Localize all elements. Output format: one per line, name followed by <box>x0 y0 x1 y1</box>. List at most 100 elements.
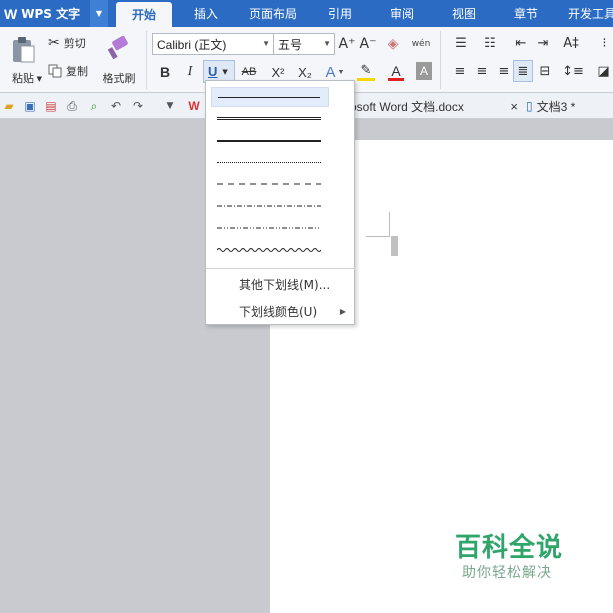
tab-page-layout[interactable]: 页面布局 <box>240 0 306 27</box>
print-preview-icon[interactable]: ⌕ <box>86 98 102 114</box>
copy-icon <box>48 64 62 78</box>
app-name: WPS 文字 <box>21 7 81 21</box>
chevron-right-icon: ▶ <box>339 306 346 316</box>
clipboard-icon <box>13 37 35 63</box>
chevron-down-icon: ▼ <box>323 39 331 48</box>
font-color-bar <box>388 77 404 81</box>
numbering-icon[interactable]: ☷ <box>478 33 502 53</box>
justify-icon[interactable]: ≣ <box>513 60 533 82</box>
align-right-icon[interactable]: ≡ <box>495 61 513 81</box>
tab-references[interactable]: 引用 <box>316 0 364 27</box>
dashed-line <box>217 183 321 185</box>
bold-button[interactable]: B <box>156 61 174 83</box>
ribbon-divider <box>440 31 441 89</box>
text-effect-label: A <box>325 63 336 81</box>
more-underlines-item[interactable]: 其他下划线(M)... <box>206 273 354 295</box>
wps-logo-icon: W <box>4 5 18 22</box>
font-name-value: Calibri (正文) <box>157 37 227 52</box>
ribbon-divider <box>146 31 147 89</box>
font-size-select[interactable]: 五号 ▼ <box>273 33 335 55</box>
align-left-icon[interactable]: ≡ <box>451 61 469 81</box>
change-case-icon[interactable]: A‡ <box>558 33 584 53</box>
watermark-subtitle: 助你轻松解决 <box>462 565 552 581</box>
highlight-button[interactable]: ✎ <box>352 61 380 83</box>
underline-style-dash-dot-dot[interactable] <box>211 219 329 239</box>
underline-color-label: 下划线颜色(U) <box>239 304 318 319</box>
cut-label: 剪切 <box>63 37 86 50</box>
text-cursor <box>391 236 398 256</box>
dash-dot-dot-line <box>217 227 321 229</box>
doc-tab-doc3[interactable]: ▯ 文档3 * <box>526 93 613 119</box>
font-color-label: A <box>391 62 401 79</box>
paste-button[interactable]: 粘贴 ▼ <box>4 31 42 91</box>
highlight-color-bar <box>357 78 375 81</box>
close-icon[interactable]: × <box>510 99 518 114</box>
doc-tab-label: 文档3 * <box>536 99 576 114</box>
margin-mark <box>389 212 390 236</box>
underline-dropdown: 其他下划线(M)... 下划线颜色(U) ▶ <box>205 80 356 325</box>
tab-home[interactable]: 开始 <box>116 2 172 27</box>
shrink-font-button[interactable]: A⁻ <box>359 34 377 54</box>
dash-dot-line <box>217 205 321 207</box>
wps-doc-icon[interactable]: W <box>186 98 202 114</box>
char-shading-button[interactable]: A <box>416 62 432 80</box>
increase-indent-icon[interactable]: ⇥ <box>534 33 552 53</box>
chevron-down-icon: ▼ <box>95 9 103 18</box>
print-icon[interactable]: ⎙ <box>64 98 80 114</box>
margin-mark <box>366 236 390 237</box>
font-name-select[interactable]: Calibri (正文) ▼ <box>152 33 274 55</box>
wavy-line <box>217 248 321 252</box>
export-pdf-icon[interactable]: ▤ <box>43 98 59 114</box>
paintbrush-icon <box>107 36 128 60</box>
document-icon: ▯ <box>526 99 533 113</box>
doc-tab-word[interactable]: rosoft Word 文档.docx × <box>346 93 522 119</box>
save-icon[interactable]: ▣ <box>22 98 38 114</box>
underline-style-dash-dot[interactable] <box>211 197 329 217</box>
chevron-down-icon: ▼ <box>262 39 270 48</box>
format-painter-label: 格式刷 <box>102 72 136 85</box>
tab-review[interactable]: 审阅 <box>378 0 426 27</box>
menu-divider <box>206 268 356 269</box>
italic-button[interactable]: I <box>181 61 199 83</box>
distributed-icon[interactable]: ⊟ <box>536 61 554 81</box>
app-menu-button[interactable]: W WPS 文字 <box>0 0 90 27</box>
tab-chapter[interactable]: 章节 <box>502 0 550 27</box>
app-menu-dropdown[interactable]: ▼ <box>90 0 108 27</box>
underline-style-dotted[interactable] <box>211 153 329 173</box>
format-painter-button[interactable]: 格式刷 <box>99 31 139 91</box>
tab-view[interactable]: 视图 <box>440 0 488 27</box>
cut-button[interactable]: ✂ 剪切 <box>48 33 96 53</box>
line-spacing-icon[interactable]: ↕≡ <box>560 61 586 81</box>
bullets-icon[interactable]: ☰ <box>449 33 473 53</box>
show-marks-icon[interactable]: ⁝ <box>596 33 613 53</box>
underline-label: U <box>208 64 218 79</box>
more-underlines-label: 其他下划线(M)... <box>239 277 331 292</box>
underline-style-double[interactable] <box>211 109 329 129</box>
shading-icon[interactable]: ◪ <box>594 61 613 81</box>
font-color-button[interactable]: A <box>382 61 410 83</box>
chevron-down-icon[interactable]: ▼ <box>162 98 178 114</box>
align-center-icon[interactable]: ≡ <box>473 61 491 81</box>
underline-style-single[interactable] <box>211 87 329 107</box>
decrease-indent-icon[interactable]: ⇤ <box>512 33 530 53</box>
chevron-down-icon: ▼ <box>222 67 228 76</box>
tab-developer[interactable]: 开发工具 <box>562 0 613 27</box>
paste-label: 粘贴 <box>12 72 34 85</box>
font-size-value: 五号 <box>278 37 303 52</box>
underline-style-thick[interactable] <box>211 131 329 151</box>
grow-font-button[interactable]: A⁺ <box>338 34 356 54</box>
redo-icon[interactable]: ↷ <box>130 98 146 114</box>
watermark-title: 百科全说 <box>455 533 564 563</box>
tab-insert[interactable]: 插入 <box>180 0 232 27</box>
scissors-icon: ✂ <box>48 35 60 51</box>
copy-button[interactable]: 复制 <box>48 61 96 81</box>
clear-format-icon[interactable]: ◈ <box>384 34 402 54</box>
open-folder-icon[interactable]: ▰ <box>1 98 17 114</box>
underline-style-dashed[interactable] <box>211 175 329 195</box>
undo-icon[interactable]: ↶ <box>108 98 124 114</box>
underline-color-item[interactable]: 下划线颜色(U) ▶ <box>206 300 354 322</box>
copy-label: 复制 <box>66 65 88 78</box>
phonetic-guide-button[interactable]: wén <box>408 32 434 56</box>
underline-style-wavy[interactable] <box>211 241 329 261</box>
highlighter-icon: ✎ <box>360 63 372 78</box>
